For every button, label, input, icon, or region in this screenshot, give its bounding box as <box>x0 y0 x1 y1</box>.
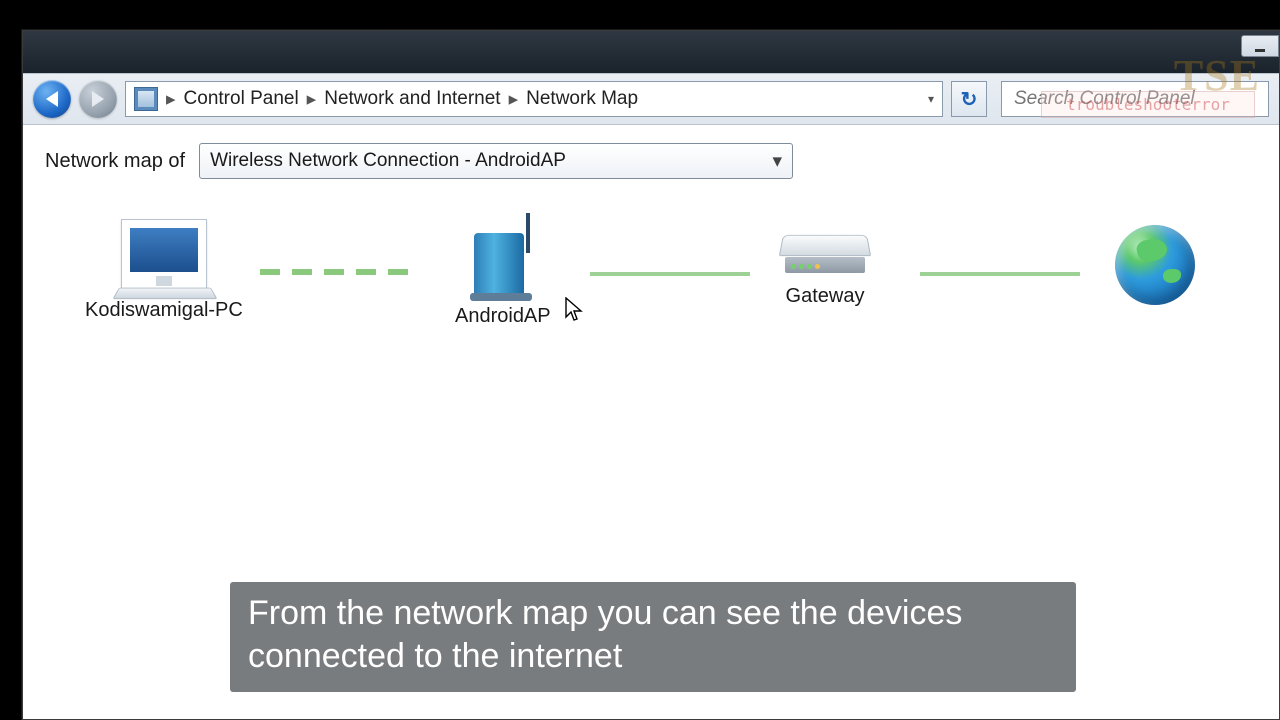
minimize-button[interactable] <box>1241 35 1279 57</box>
chevron-right-icon: ▸ <box>507 88 521 111</box>
breadcrumb-mid[interactable]: Network and Internet <box>324 88 500 110</box>
node-internet[interactable] <box>1115 225 1195 313</box>
refresh-button[interactable]: ↻ <box>951 81 987 117</box>
connection-dropdown-value: Wireless Network Connection - AndroidAP <box>210 150 566 172</box>
network-map: Kodiswamigal-PC AndroidAP Gatewa <box>45 219 1257 399</box>
computer-icon <box>121 219 207 291</box>
control-panel-icon <box>134 87 158 111</box>
router-icon <box>468 219 538 297</box>
node-this-pc[interactable]: Kodiswamigal-PC <box>85 219 243 322</box>
titlebar <box>23 31 1279 73</box>
breadcrumb-root[interactable]: Control Panel <box>184 88 299 110</box>
content-area: Network map of Wireless Network Connecti… <box>23 125 1279 417</box>
breadcrumb[interactable]: ▸ Control Panel ▸ Network and Internet ▸… <box>125 81 943 117</box>
node-label: Kodiswamigal-PC <box>85 299 243 322</box>
back-button[interactable] <box>33 80 71 118</box>
breadcrumb-leaf[interactable]: Network Map <box>526 88 638 110</box>
cursor-icon <box>565 297 583 323</box>
link-wired <box>920 272 1080 276</box>
node-label: Gateway <box>775 285 875 308</box>
chevron-right-icon: ▸ <box>164 88 178 111</box>
network-map-of-label: Network map of <box>45 150 185 173</box>
chevron-down-icon: ▾ <box>773 150 783 173</box>
subtitle-caption: From the network map you can see the dev… <box>230 582 1076 692</box>
link-wired <box>590 272 750 276</box>
gateway-icon <box>775 225 875 277</box>
forward-button[interactable] <box>79 80 117 118</box>
link-wireless <box>260 269 408 275</box>
address-dropdown-icon[interactable]: ▾ <box>928 92 934 106</box>
node-access-point[interactable]: AndroidAP <box>455 219 551 328</box>
connection-dropdown[interactable]: Wireless Network Connection - AndroidAP … <box>199 143 793 179</box>
node-gateway[interactable]: Gateway <box>775 225 875 308</box>
node-label: AndroidAP <box>455 305 551 328</box>
internet-icon <box>1115 225 1195 305</box>
chevron-right-icon: ▸ <box>305 88 319 111</box>
watermark-text: troubleshooterror <box>1041 91 1255 118</box>
